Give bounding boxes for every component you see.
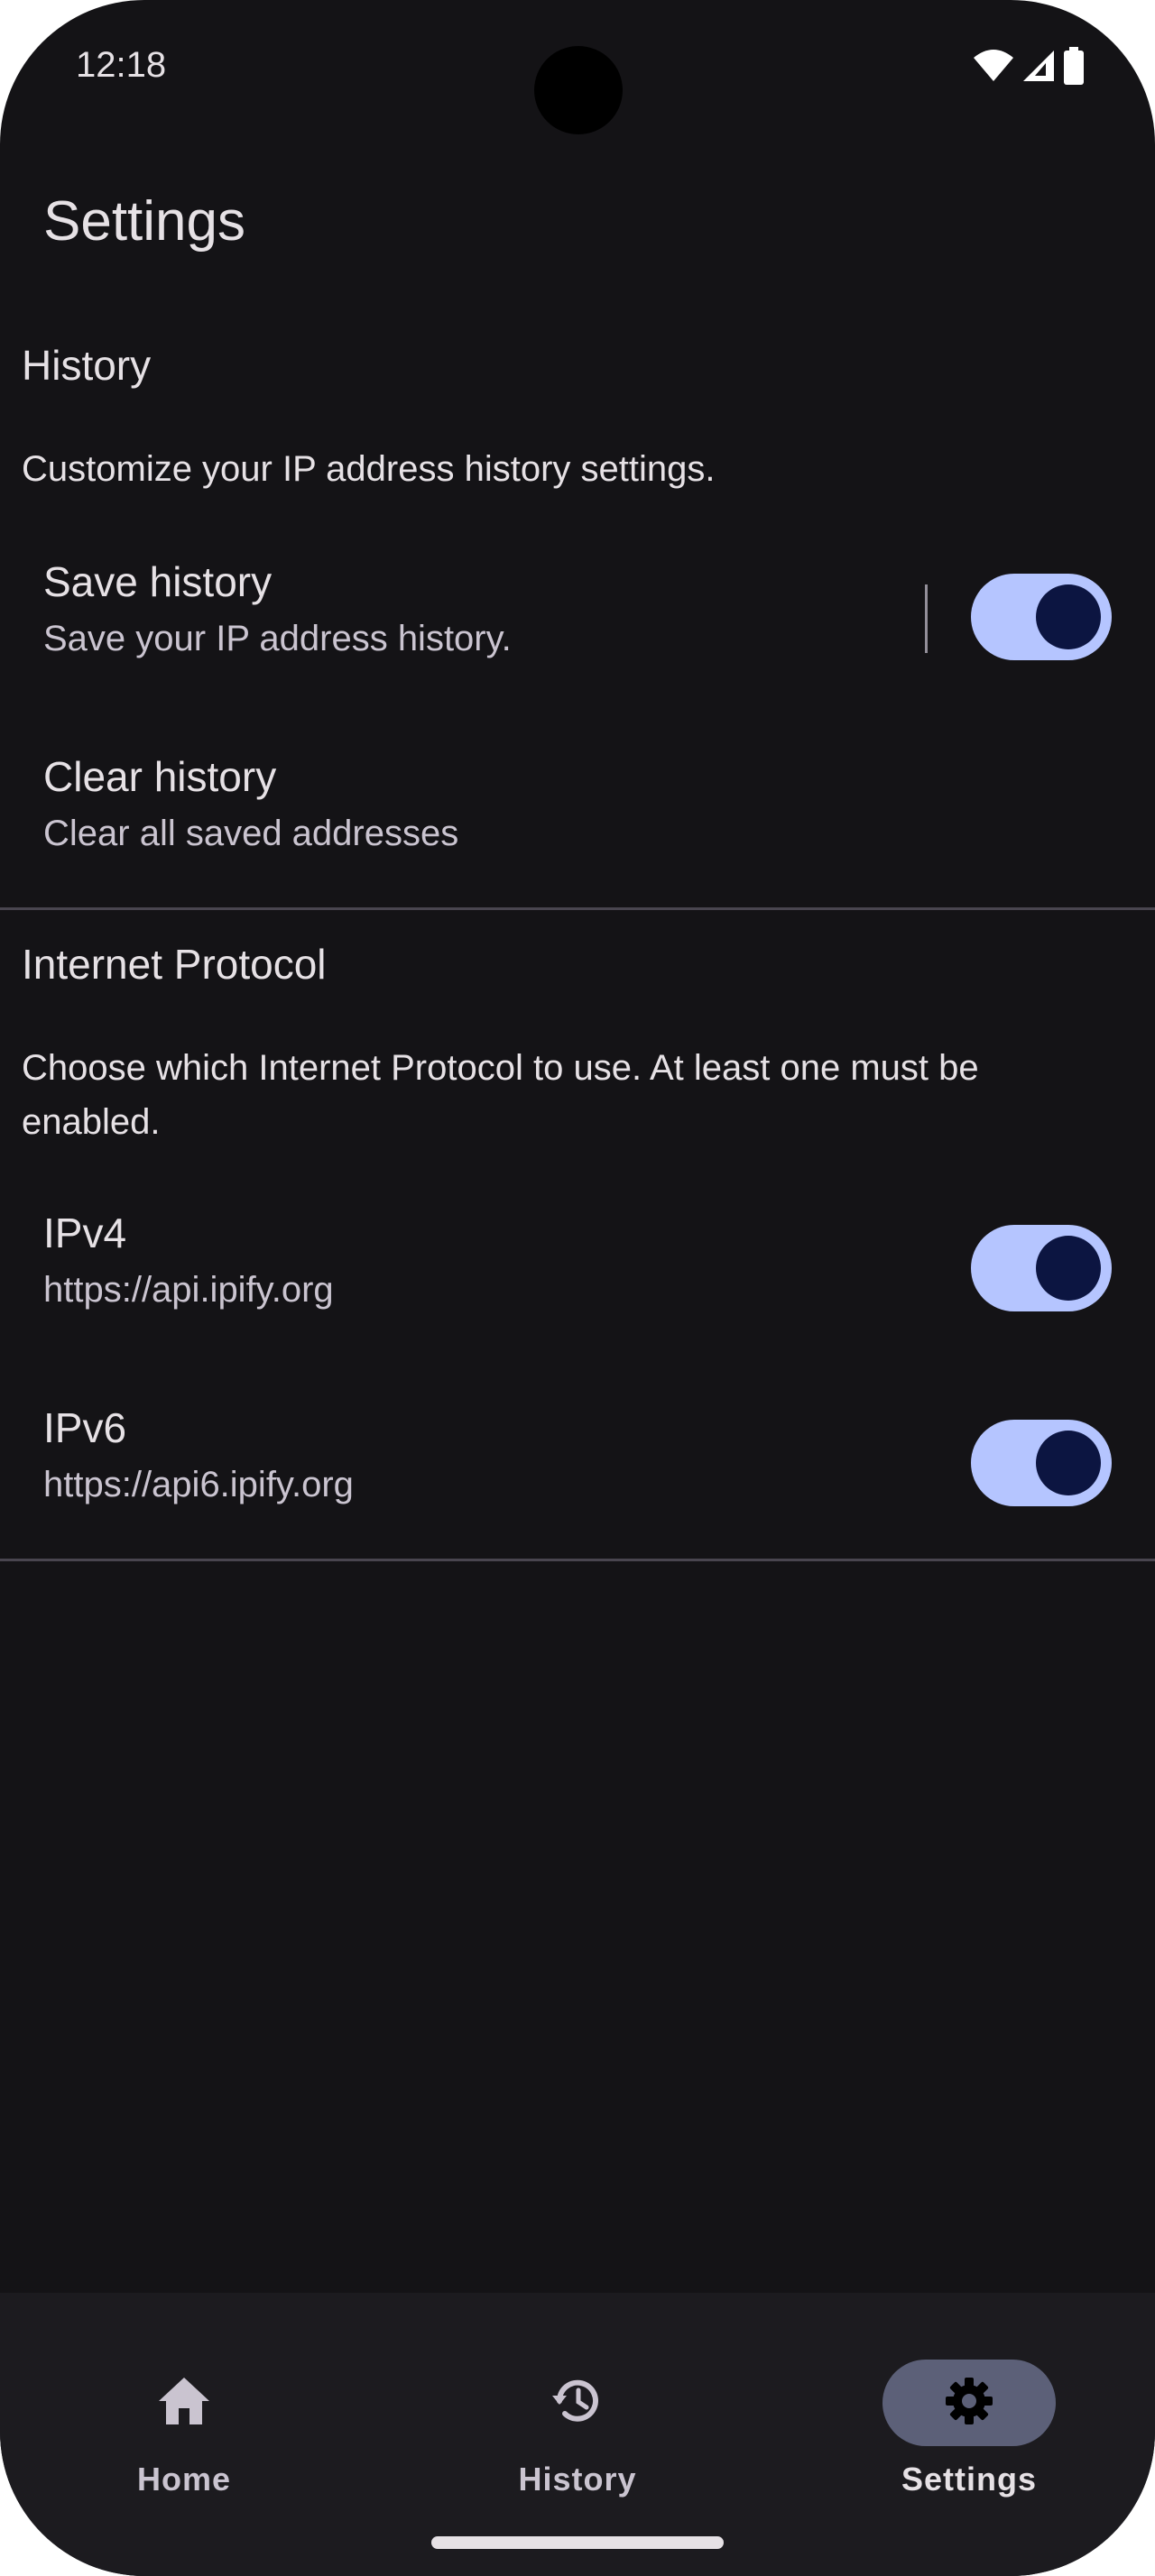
save-history-switch[interactable] <box>971 574 1112 660</box>
save-history-summary: Save your IP address history. <box>43 619 512 658</box>
ipv4-switch[interactable] <box>971 1225 1112 1311</box>
ipv6-title: IPv6 <box>43 1404 127 1451</box>
protocol-section-description: Choose which Internet Protocol to use. A… <box>22 1048 979 1142</box>
save-history-row[interactable]: Save history Save your IP address histor… <box>0 521 1155 716</box>
ipv6-summary: https://api6.ipify.org <box>43 1465 354 1504</box>
clear-history-title: Clear history <box>43 753 277 800</box>
home-gesture-bar[interactable] <box>431 2536 724 2549</box>
wifi-icon <box>973 49 1014 83</box>
gear-icon <box>942 2374 996 2433</box>
ipv6-switch[interactable] <box>971 1420 1112 1506</box>
clear-history-row[interactable]: Clear history Clear all saved addresses <box>0 716 1155 911</box>
switch-thumb <box>1036 1431 1101 1495</box>
switch-thumb <box>1036 584 1101 649</box>
status-icons <box>973 47 1085 85</box>
switch-thumb <box>1036 1236 1101 1301</box>
switch-divider <box>925 584 928 653</box>
history-icon <box>550 2374 605 2433</box>
ipv4-title: IPv4 <box>43 1210 127 1256</box>
ipv4-row[interactable]: IPv4 https://api.ipify.org <box>0 1173 1155 1367</box>
section-divider <box>0 1559 1155 1561</box>
battery-icon <box>1063 47 1085 85</box>
phone-screen: 12:18 Settings History Customize your IP… <box>0 0 1155 2576</box>
status-time: 12:18 <box>76 45 167 85</box>
home-icon <box>157 2376 211 2431</box>
nav-indicator <box>491 2360 664 2446</box>
history-section-description: Customize your IP address history settin… <box>22 449 716 489</box>
section-divider <box>0 907 1155 910</box>
protocol-section-header: Internet Protocol <box>22 941 327 988</box>
nav-item-history[interactable]: History <box>469 2325 686 2498</box>
nav-label-settings: Settings <box>901 2461 1037 2498</box>
cell-signal-icon <box>1021 49 1056 83</box>
ipv4-summary: https://api.ipify.org <box>43 1270 334 1310</box>
nav-active-indicator <box>882 2360 1056 2446</box>
nav-label-history: History <box>518 2461 637 2498</box>
camera-cutout <box>534 46 623 134</box>
clear-history-summary: Clear all saved addresses <box>43 814 459 853</box>
bottom-navigation: Home History Settings <box>0 2293 1155 2576</box>
nav-item-settings[interactable]: Settings <box>861 2325 1077 2498</box>
page-title: Settings <box>43 190 246 253</box>
save-history-title: Save history <box>43 558 273 605</box>
ipv6-row[interactable]: IPv6 https://api6.ipify.org <box>0 1367 1155 1562</box>
status-bar: 12:18 <box>0 0 1155 135</box>
nav-label-home: Home <box>136 2461 232 2498</box>
nav-indicator <box>97 2360 271 2446</box>
history-section-header: History <box>22 342 152 389</box>
nav-item-home[interactable]: Home <box>76 2325 292 2498</box>
